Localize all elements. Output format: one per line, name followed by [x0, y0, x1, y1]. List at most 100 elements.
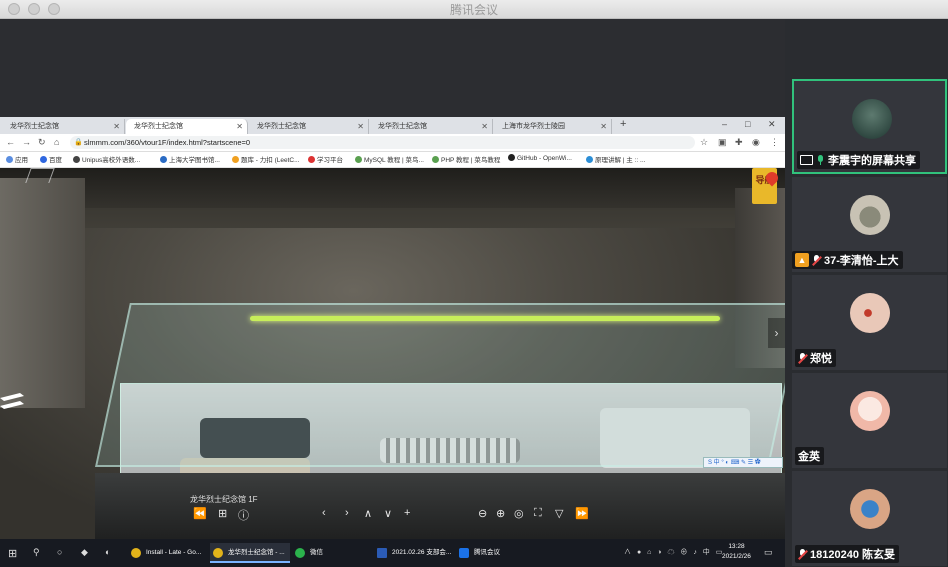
close-icon[interactable]: ✕ — [768, 119, 776, 130]
taskbar-app-active[interactable]: 龙华烈士纪念馆 - ... — [210, 543, 290, 563]
menu-icon[interactable]: ⋮ — [770, 137, 779, 148]
leetcode-icon — [232, 156, 239, 163]
taskbar-app[interactable]: 微信 — [292, 543, 372, 563]
bookmark-item[interactable]: PHP 教程 | 菜鸟教程 — [432, 154, 500, 164]
browser-tab-active[interactable]: 龙华烈士纪念馆 ✕ — [126, 119, 248, 134]
tab-close-icon[interactable]: ✕ — [481, 119, 488, 134]
taskbar-app[interactable]: Install - Late - Go... — [128, 543, 208, 563]
tab-label: 上海市龙华烈士陵园 — [502, 123, 565, 130]
participant-name-tag: 李震宇的屏幕共享 — [797, 151, 920, 169]
taskbar-app[interactable]: 腾讯会议 — [456, 543, 532, 563]
tab-close-icon[interactable]: ✕ — [236, 119, 243, 134]
system-tray-icons[interactable]: ∧ ● ⌂ ◑ ☁ ⊕ ♪ 中 ▭ — [624, 547, 724, 557]
bookmark-item[interactable]: 上海大学图书馆... — [160, 154, 220, 164]
minimize-icon[interactable]: – — [722, 119, 727, 129]
runoob-icon — [432, 156, 439, 163]
unipus-icon — [73, 156, 80, 163]
bookmark-item[interactable]: GitHub - OpenWi... — [508, 154, 572, 162]
wechat-icon — [295, 548, 305, 558]
hide-controls-icon[interactable]: ▽ — [555, 507, 563, 520]
fast-forward-icon[interactable]: ⏩ — [575, 507, 589, 520]
zoom-plus-icon[interactable]: ⊕ — [496, 507, 505, 520]
browser-tab[interactable]: 龙华烈士纪念馆 ✕ — [249, 119, 369, 134]
new-tab-button[interactable]: + — [620, 118, 626, 130]
zoom-in-icon[interactable]: + — [404, 507, 410, 519]
bookmark-item[interactable]: 百度 — [40, 154, 62, 164]
puzzle-icon[interactable]: ✚ — [735, 137, 743, 148]
thumbnails-icon[interactable]: ⊞ — [218, 507, 227, 520]
bookmark-item[interactable]: 学习平台 — [308, 154, 343, 164]
home-icon[interactable]: ⌂ — [54, 137, 59, 147]
url-text: slmmm.com/360/vtour1F/index.html?startsc… — [84, 138, 251, 147]
bookmark-item[interactable]: MySQL 教程 | 菜鸟... — [355, 154, 424, 164]
browser-tab[interactable]: 上海市龙华烈士陵园 ✕ — [494, 119, 612, 134]
glass-display-case — [95, 303, 785, 467]
host-icon: ▲ — [795, 253, 809, 267]
participant-name-tag: 金英 — [795, 447, 824, 465]
participant-card[interactable]: 金英 — [792, 373, 947, 468]
tab-close-icon[interactable]: ✕ — [113, 119, 120, 134]
participant-panel: 李震宇的屏幕共享 ▲ 37-李清怡-上大 郑悦 金英 18120240 陈玄旻 — [787, 19, 948, 567]
museum-wall-left — [0, 178, 85, 408]
next-scene-arrow-icon[interactable]: › — [768, 318, 785, 348]
study-icon — [308, 156, 315, 163]
library-icon — [160, 156, 167, 163]
virtual-tour-viewport[interactable]: › 导航 龙华烈士纪念馆 1F ⏪ ⊞ ⓘ ‹ › ∧ ∨ + ⊖ ⊕ ◎ ⛶ … — [0, 168, 785, 542]
participant-card[interactable]: 郑悦 — [792, 275, 947, 370]
word-icon — [377, 548, 387, 558]
participant-card[interactable]: 李震宇的屏幕共享 — [792, 79, 947, 174]
reload-icon[interactable]: ↻ — [38, 137, 46, 148]
info-icon[interactable]: ⓘ — [238, 507, 249, 523]
tab-label: 龙华烈士纪念馆 — [257, 123, 306, 130]
browser-toolbar: ← → ↻ ⌂ 🔒 slmmm.com/360/vtour1F/index.ht… — [0, 134, 785, 152]
pan-down-icon[interactable]: ∨ — [384, 507, 392, 520]
gyro-icon[interactable]: ◎ — [514, 507, 524, 520]
rewind-icon[interactable]: ⏪ — [193, 507, 207, 520]
extension-icon[interactable]: ▣ — [718, 137, 727, 148]
maximize-icon[interactable]: □ — [745, 119, 750, 129]
tab-close-icon[interactable]: ✕ — [600, 119, 607, 134]
bookmark-item[interactable]: 应用 — [6, 154, 28, 164]
fullscreen-icon[interactable]: ⛶ — [534, 507, 542, 520]
tab-close-icon[interactable]: ✕ — [357, 119, 364, 134]
pan-right-icon[interactable]: › — [345, 507, 349, 519]
avatar — [850, 195, 890, 235]
edge-icon[interactable]: ◐ — [105, 547, 110, 557]
museum-ceiling — [0, 168, 785, 208]
tab-label: 龙华烈士纪念馆 — [10, 123, 59, 130]
bookmark-star-icon[interactable]: ☆ — [700, 137, 708, 148]
address-bar[interactable]: 🔒 slmmm.com/360/vtour1F/index.html?start… — [70, 136, 695, 149]
windows-taskbar: ⊞ ⚲ ○ ◆ ◐ Install - Late - Go... 龙华烈士纪念馆… — [0, 539, 785, 567]
bookmark-item[interactable]: 原理讲解 | 主 :: ... — [586, 154, 645, 164]
zoom-out-icon[interactable]: ⊖ — [478, 507, 487, 520]
bookmark-item[interactable]: Unipus高校外语数... — [73, 154, 140, 164]
case-light-strip — [250, 316, 720, 321]
shared-browser-window: 龙华烈士纪念馆 ✕ 龙华烈士纪念馆 ✕ 龙华烈士纪念馆 ✕ 龙华烈士纪念馆 ✕ … — [0, 117, 785, 567]
ime-toolbar[interactable]: S 中 ° ◐ ⌨ ✎ ☰ ✿ — [703, 457, 783, 468]
pan-up-icon[interactable]: ∧ — [364, 507, 372, 520]
start-icon[interactable]: ⊞ — [8, 547, 17, 560]
participant-card[interactable]: 18120240 陈玄旻 — [792, 471, 947, 566]
runoob-icon — [355, 156, 362, 163]
bookmark-item[interactable]: 题库 - 力扣 (LeetC... — [232, 154, 300, 164]
back-icon[interactable]: ← — [6, 137, 15, 147]
screen-share-icon — [800, 155, 813, 165]
pan-left-icon[interactable]: ‹ — [322, 507, 326, 519]
search-icon[interactable]: ⚲ — [33, 547, 40, 558]
hotspot-arrow-icon[interactable] — [0, 393, 26, 409]
participant-card[interactable]: ▲ 37-李清怡-上大 — [792, 177, 947, 272]
mic-muted-icon — [798, 548, 807, 560]
taskbar-app[interactable]: 2021.02.26 支部会... — [374, 543, 454, 563]
notification-icon[interactable]: ▭ — [764, 547, 773, 558]
browser-tab-strip: 龙华烈士纪念馆 ✕ 龙华烈士纪念馆 ✕ 龙华烈士纪念馆 ✕ 龙华烈士纪念馆 ✕ … — [0, 117, 785, 134]
forward-icon[interactable]: → — [22, 137, 31, 147]
clock-time: 13:28 — [728, 543, 745, 550]
browser-tab[interactable]: 龙华烈士纪念馆 ✕ — [2, 119, 125, 134]
clock-date: 2021/2/26 — [722, 553, 751, 560]
avatar — [850, 293, 890, 333]
profile-icon[interactable]: ◉ — [752, 137, 760, 148]
app-icon[interactable]: ◆ — [81, 547, 88, 558]
cortana-icon[interactable]: ○ — [57, 547, 62, 557]
browser-tab[interactable]: 龙华烈士纪念馆 ✕ — [370, 119, 493, 134]
taskbar-clock[interactable]: 13:28 2021/2/26 — [722, 542, 751, 562]
